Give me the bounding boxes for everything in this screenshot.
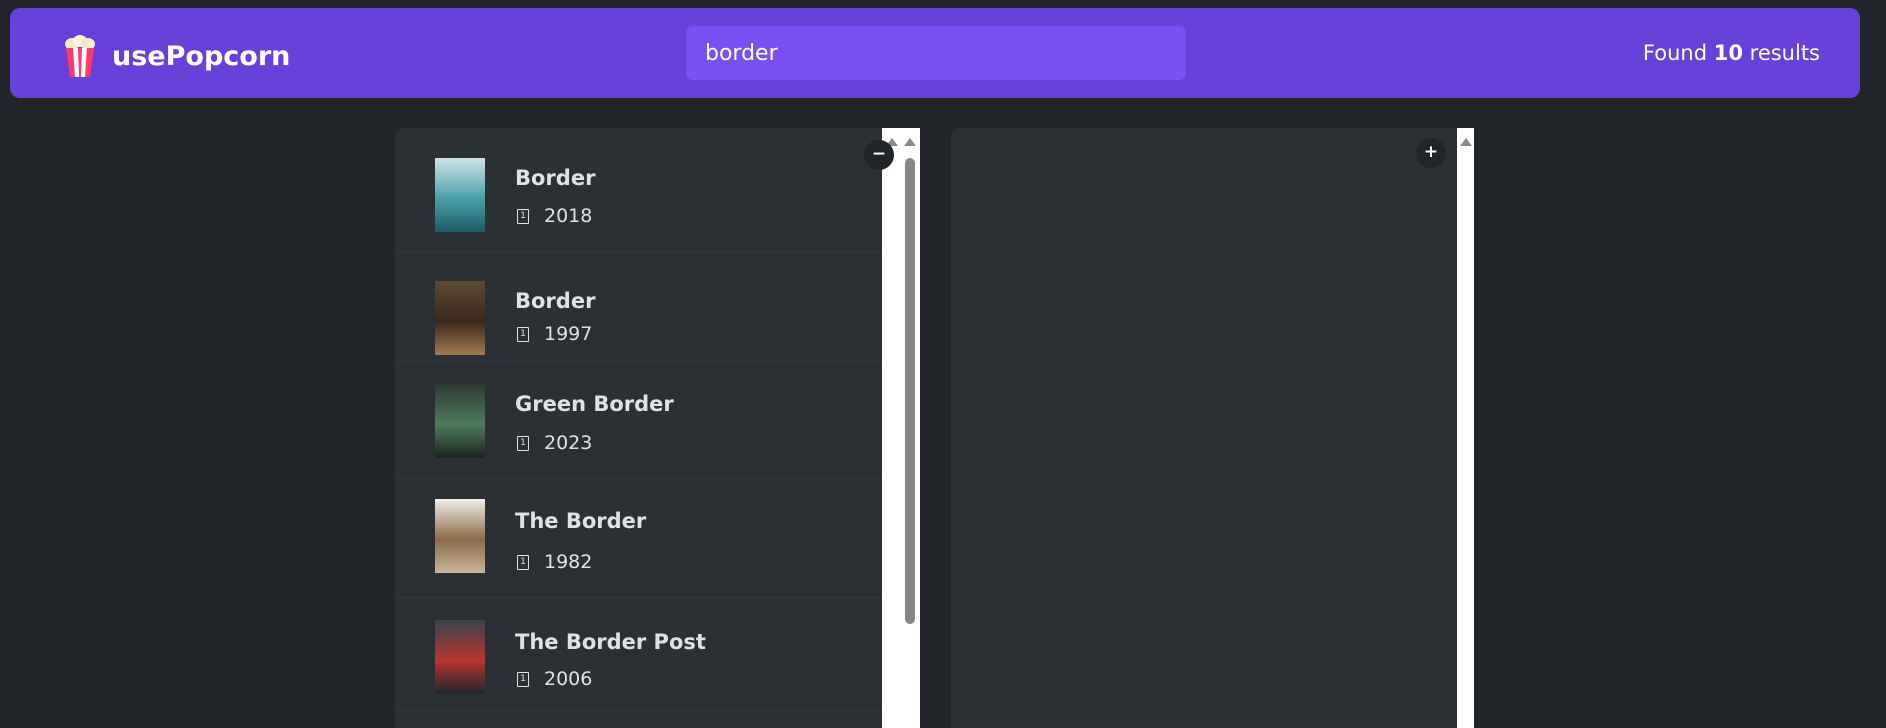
movie-list-item[interactable]: The Border Post 1 2006	[395, 598, 882, 711]
movie-title: The Border	[515, 509, 647, 533]
movie-list-item[interactable]: Border 1 1997	[395, 253, 882, 362]
movie-poster	[435, 158, 485, 232]
movie-poster	[435, 384, 485, 458]
movie-list: Border 1 2018 Border 1 1997 Green Border 1 2023 T…	[395, 128, 882, 711]
results-count: Found 10 results	[1643, 41, 1820, 65]
movie-meta: 1 1982	[517, 551, 592, 573]
movie-list-item[interactable]: The Border 1 1982	[395, 479, 882, 598]
movie-list-item[interactable]: Border 1 2018	[395, 128, 882, 253]
search-input[interactable]	[705, 40, 1167, 66]
movie-year: 1997	[544, 323, 593, 345]
movie-poster	[435, 499, 485, 573]
movie-title: The Border Post	[515, 630, 706, 654]
scrollbar-thumb[interactable]	[905, 158, 915, 624]
results-prefix: Found	[1642, 41, 1714, 65]
popcorn-icon	[65, 35, 95, 77]
search-box[interactable]	[686, 26, 1186, 80]
movie-meta: 1 2018	[517, 205, 592, 227]
movie-year: 2006	[544, 668, 593, 690]
logo: usePopcorn	[60, 34, 290, 78]
details-box	[951, 128, 1457, 728]
movie-year: 2023	[544, 432, 593, 454]
calendar-icon: 1	[517, 554, 529, 570]
movie-title: Border	[515, 166, 596, 190]
results-suffix: results	[1742, 41, 1820, 65]
movie-list-box: Border 1 2018 Border 1 1997 Green Border 1 2023 T…	[395, 128, 882, 728]
details-expand-button[interactable]: +	[1416, 138, 1446, 168]
movie-title: Green Border	[515, 392, 674, 416]
calendar-icon: 1	[517, 326, 529, 342]
results-number: 10	[1713, 41, 1743, 65]
movie-title: Border	[515, 289, 596, 313]
movie-list-scrollbar[interactable]	[882, 128, 920, 728]
calendar-icon: 1	[517, 208, 529, 224]
movie-year: 2018	[544, 205, 593, 227]
calendar-icon: 1	[517, 671, 529, 687]
navbar: usePopcorn Found 10 results	[10, 8, 1860, 98]
details-scrollbar[interactable]	[1457, 128, 1474, 728]
movie-meta: 1 2023	[517, 432, 592, 454]
calendar-icon: 1	[517, 435, 529, 451]
movie-list-item[interactable]: Green Border 1 2023	[395, 362, 882, 479]
app-title: usePopcorn	[112, 40, 291, 72]
movie-year: 1982	[544, 551, 593, 573]
scroll-up-arrow-icon[interactable]	[904, 138, 916, 146]
movie-meta: 1 2006	[517, 668, 592, 690]
movie-meta: 1 1997	[517, 323, 592, 345]
list-collapse-button[interactable]: −	[864, 140, 894, 170]
movie-poster	[435, 620, 485, 694]
scroll-up-arrow-icon[interactable]	[1460, 138, 1472, 146]
movie-poster	[435, 281, 485, 355]
